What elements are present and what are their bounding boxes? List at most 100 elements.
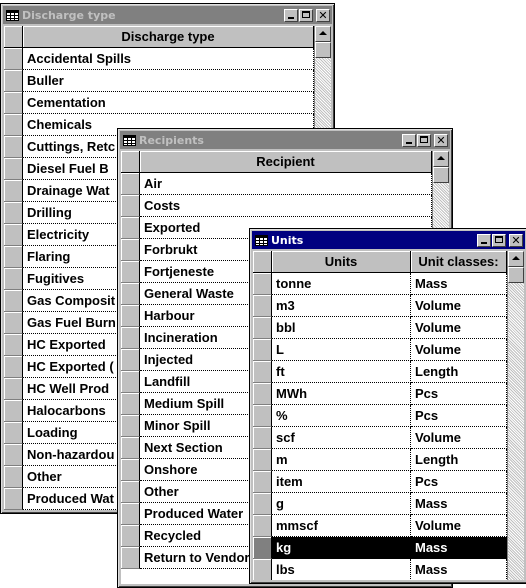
row-selector[interactable] [121, 371, 140, 393]
units-titlebar[interactable]: Units ✕ [252, 231, 525, 249]
unit-cell[interactable]: g [272, 493, 411, 515]
row-selector[interactable] [4, 488, 23, 510]
row-selector[interactable] [4, 224, 23, 246]
table-row[interactable]: ft Length [253, 361, 507, 383]
row-selector[interactable] [121, 547, 140, 569]
minimize-button[interactable] [477, 233, 491, 247]
row-selector[interactable] [4, 444, 23, 466]
row-selector[interactable] [121, 327, 140, 349]
table-row[interactable]: Buller [4, 70, 314, 92]
unit-class-cell[interactable]: Volume [411, 317, 507, 339]
row-selector[interactable] [4, 378, 23, 400]
unit-cell[interactable]: kg [272, 537, 411, 559]
row-selector[interactable] [4, 466, 23, 488]
maximize-button[interactable] [299, 8, 313, 22]
discharge-type-cell[interactable]: Buller [23, 70, 314, 92]
table-row[interactable]: Costs [121, 195, 432, 217]
row-selector[interactable] [253, 273, 272, 295]
discharge-type-titlebar[interactable]: Discharge type ✕ [3, 6, 332, 24]
unit-class-cell[interactable]: Pcs [411, 471, 507, 493]
row-selector[interactable] [253, 427, 272, 449]
row-selector[interactable] [121, 195, 140, 217]
row-selector[interactable] [121, 503, 140, 525]
row-selector[interactable] [4, 400, 23, 422]
row-selector[interactable] [4, 114, 23, 136]
row-selector[interactable] [253, 383, 272, 405]
table-row[interactable]: m Length [253, 449, 507, 471]
row-selector[interactable] [253, 559, 272, 580]
unit-class-cell[interactable]: Volume [411, 515, 507, 537]
unit-cell[interactable]: % [272, 405, 411, 427]
table-row[interactable]: g Mass [253, 493, 507, 515]
row-selector[interactable] [121, 437, 140, 459]
table-row[interactable]: item Pcs [253, 471, 507, 493]
table-row[interactable]: bbl Volume [253, 317, 507, 339]
grid-corner[interactable] [121, 151, 140, 173]
column-header-discharge-type[interactable]: Discharge type [23, 26, 314, 48]
row-selector[interactable] [121, 283, 140, 305]
row-selector[interactable] [253, 339, 272, 361]
row-selector[interactable] [121, 239, 140, 261]
unit-cell[interactable]: L [272, 339, 411, 361]
scroll-thumb[interactable] [508, 267, 524, 283]
row-selector[interactable] [253, 317, 272, 339]
row-selector[interactable] [4, 136, 23, 158]
row-selector[interactable] [121, 415, 140, 437]
scroll-thumb[interactable] [315, 42, 331, 58]
row-selector[interactable] [4, 290, 23, 312]
table-row[interactable]: Cementation [4, 92, 314, 114]
row-selector[interactable] [121, 459, 140, 481]
recipient-cell[interactable]: Air [140, 173, 432, 195]
maximize-button[interactable] [417, 133, 431, 147]
unit-class-cell[interactable]: Mass [411, 493, 507, 515]
row-selector[interactable] [121, 481, 140, 503]
table-row[interactable]: % Pcs [253, 405, 507, 427]
row-selector[interactable] [121, 173, 140, 195]
table-row[interactable]: scf Volume [253, 427, 507, 449]
unit-class-cell[interactable]: Mass [411, 537, 507, 559]
unit-class-cell[interactable]: Mass [411, 273, 507, 295]
unit-class-cell[interactable]: Pcs [411, 405, 507, 427]
unit-cell[interactable]: bbl [272, 317, 411, 339]
column-header-units[interactable]: Units [272, 251, 411, 273]
unit-cell[interactable]: tonne [272, 273, 411, 295]
column-header-unit-classes[interactable]: Unit classes: [411, 251, 507, 273]
row-selector[interactable] [121, 217, 140, 239]
table-row[interactable]: Air [121, 173, 432, 195]
row-selector[interactable] [253, 405, 272, 427]
close-button[interactable]: ✕ [434, 133, 448, 147]
unit-class-cell[interactable]: Volume [411, 427, 507, 449]
unit-cell[interactable]: scf [272, 427, 411, 449]
unit-class-cell[interactable]: Length [411, 449, 507, 471]
row-selector[interactable] [253, 449, 272, 471]
row-selector[interactable] [4, 202, 23, 224]
table-row[interactable]: Accidental Spills [4, 48, 314, 70]
grid-corner[interactable] [253, 251, 272, 273]
row-selector[interactable] [121, 261, 140, 283]
row-selector[interactable] [121, 525, 140, 547]
row-selector[interactable] [4, 48, 23, 70]
discharge-type-cell[interactable]: Accidental Spills [23, 48, 314, 70]
row-selector[interactable] [253, 361, 272, 383]
scroll-up-button[interactable] [433, 151, 449, 167]
row-selector[interactable] [4, 312, 23, 334]
row-selector[interactable] [4, 92, 23, 114]
scroll-up-button[interactable] [508, 251, 524, 267]
table-row[interactable]: m3 Volume [253, 295, 507, 317]
scroll-thumb[interactable] [433, 167, 449, 183]
table-row[interactable]: L Volume [253, 339, 507, 361]
row-selector[interactable] [4, 158, 23, 180]
row-selector[interactable] [121, 393, 140, 415]
vertical-scrollbar[interactable] [507, 251, 524, 580]
recipients-titlebar[interactable]: Recipients ✕ [120, 131, 450, 149]
minimize-button[interactable] [402, 133, 416, 147]
maximize-button[interactable] [492, 233, 506, 247]
unit-cell[interactable]: m3 [272, 295, 411, 317]
unit-class-cell[interactable]: Mass [411, 559, 507, 580]
unit-cell[interactable]: m [272, 449, 411, 471]
row-selector[interactable] [121, 349, 140, 371]
table-row[interactable]: tonne Mass [253, 273, 507, 295]
row-selector[interactable] [253, 471, 272, 493]
row-selector[interactable] [121, 305, 140, 327]
unit-cell[interactable]: MWh [272, 383, 411, 405]
